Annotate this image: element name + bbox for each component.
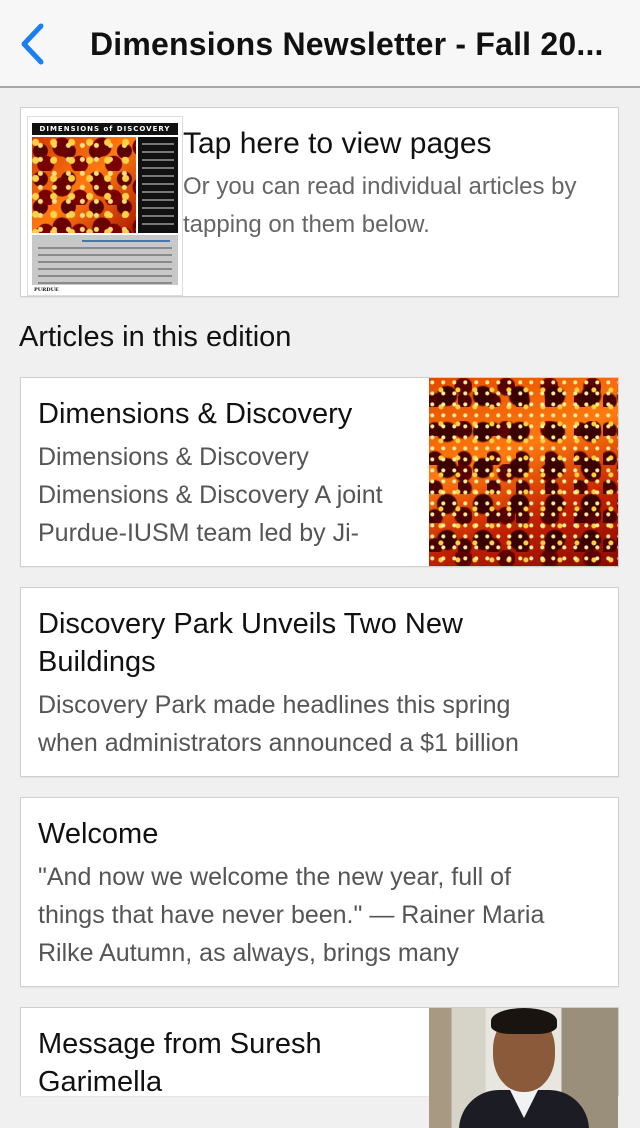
- cover-image: [32, 137, 136, 233]
- article-description-line: Discovery Park made headlines this sprin…: [38, 691, 511, 719]
- view-pages-card[interactable]: DIMENSIONS of DISCOVERY PURDUE Tap here …: [20, 107, 619, 297]
- article-title: Welcome: [38, 818, 159, 850]
- article-thumbnail-portrait: [429, 1008, 618, 1128]
- article-title-line: Discovery Park Unveils Two New: [38, 608, 463, 640]
- article-title-line: Garimella: [38, 1066, 163, 1098]
- article-description-line: Dimensions & Discovery A joint: [38, 481, 383, 509]
- article-title-line: Message from Suresh: [38, 1028, 322, 1060]
- article-description-line: Purdue-IUSM team led by Ji-: [38, 519, 359, 547]
- article-card-discovery-park[interactable]: Discovery Park Unveils Two New Buildings…: [20, 587, 619, 777]
- article-card-dimensions-discovery[interactable]: Dimensions & Discovery Dimensions & Disc…: [20, 377, 619, 567]
- cover-subtitle: Or you can read individual articles by t…: [183, 173, 577, 238]
- cover-sidebar-text: [138, 137, 178, 233]
- article-description-line: Rilke Autumn, as always, brings many: [38, 939, 460, 967]
- cover-title: Tap here to view pages: [183, 127, 492, 160]
- cover-footer-logo: PURDUE: [34, 287, 59, 293]
- article-title: Dimensions & Discovery: [38, 398, 353, 430]
- article-description-line: things that have never been." — Rainer M…: [38, 901, 545, 929]
- chevron-left-icon: [21, 23, 44, 65]
- article-title-line: Buildings: [38, 646, 156, 678]
- cover-masthead: DIMENSIONS of DISCOVERY: [32, 123, 178, 135]
- article-card-message-garimella[interactable]: Message from Suresh Garimella: [20, 1007, 619, 1128]
- article-description-line: "And now we welcome the new year, full o…: [38, 863, 512, 891]
- cover-article-text: [32, 235, 178, 285]
- article-description-line: when administrators announced a $1 billi…: [38, 729, 519, 757]
- back-button[interactable]: [10, 20, 54, 68]
- page-title: Dimensions Newsletter - Fall 20...: [90, 26, 604, 62]
- article-card-welcome[interactable]: Welcome "And now we welcome the new year…: [20, 797, 619, 987]
- navigation-bar: Dimensions Newsletter - Fall 20...: [0, 0, 640, 88]
- article-description-line: Dimensions & Discovery: [38, 443, 309, 471]
- cover-thumbnail: DIMENSIONS of DISCOVERY PURDUE: [27, 116, 183, 296]
- article-thumbnail: [429, 378, 618, 566]
- section-heading: Articles in this edition: [19, 321, 292, 353]
